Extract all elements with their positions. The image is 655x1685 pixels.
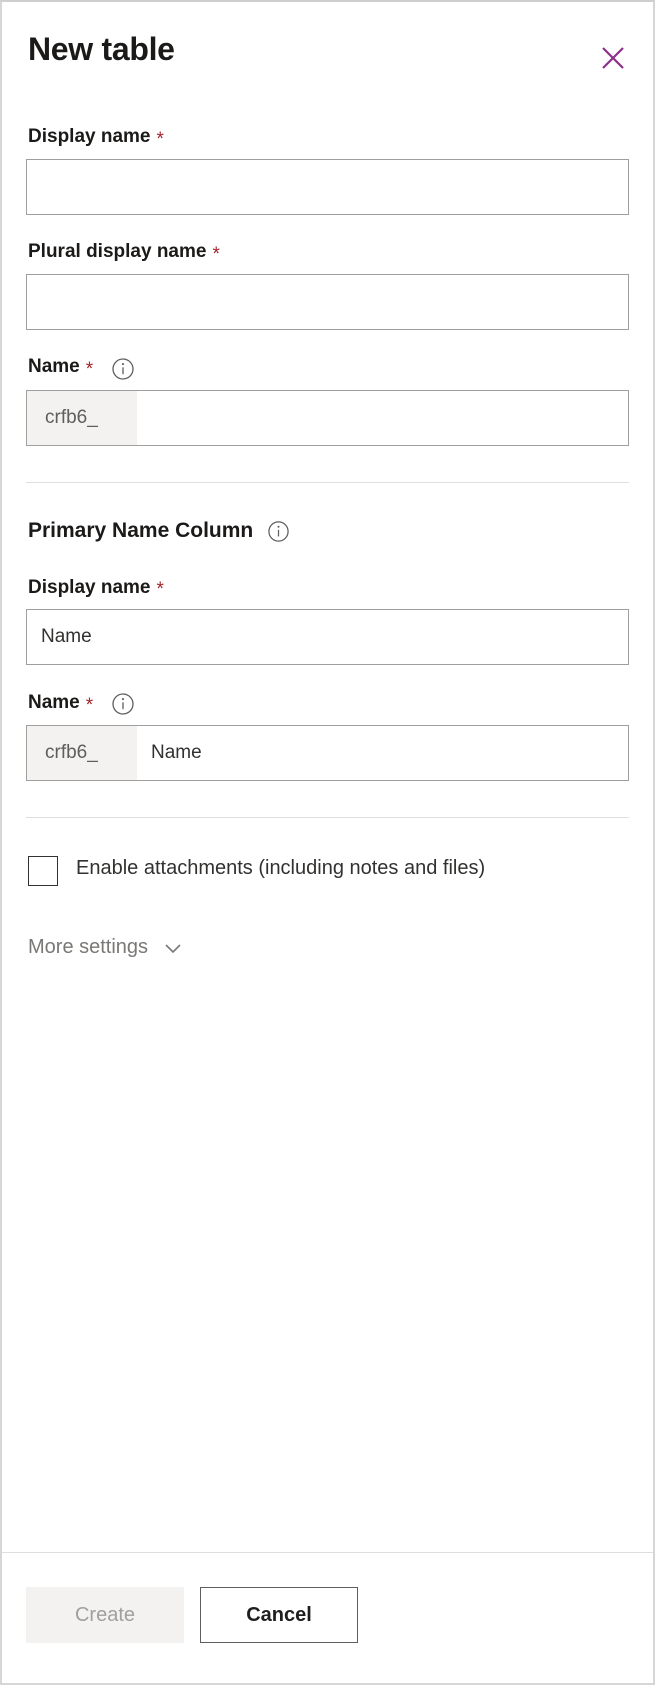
create-button[interactable]: Create	[26, 1587, 184, 1643]
new-table-panel: New table Display name * Plural disp	[0, 0, 655, 1685]
cancel-button[interactable]: Cancel	[200, 1587, 358, 1643]
divider-bottom	[26, 817, 629, 818]
close-button[interactable]	[591, 36, 635, 80]
primary-schema-name-input-group: crfb6_	[26, 725, 629, 781]
field-display-name: Display name *	[26, 126, 629, 215]
field-schema-name: Name * crfb6_	[26, 356, 629, 446]
plural-display-name-input[interactable]	[26, 274, 629, 330]
schema-name-prefix: crfb6_	[27, 391, 137, 445]
required-asterisk: *	[212, 245, 219, 264]
field-plural-display-name: Plural display name *	[26, 241, 629, 330]
primary-display-name-input[interactable]	[26, 609, 629, 665]
primary-schema-name-label-text: Name	[28, 692, 80, 715]
primary-schema-name-label: Name *	[26, 691, 629, 715]
plural-display-name-label-text: Plural display name	[28, 241, 206, 264]
enable-attachments-row[interactable]: Enable attachments (including notes and …	[26, 854, 629, 886]
display-name-label: Display name *	[26, 126, 629, 149]
panel-body: New table Display name * Plural disp	[2, 2, 653, 1552]
divider-top	[26, 482, 629, 483]
schema-name-input[interactable]	[137, 391, 628, 445]
required-asterisk: *	[86, 360, 93, 379]
required-asterisk: *	[86, 696, 93, 715]
info-icon[interactable]	[111, 692, 135, 716]
more-settings-toggle[interactable]: More settings	[26, 936, 184, 959]
close-icon	[600, 45, 626, 71]
info-icon[interactable]	[267, 520, 290, 543]
primary-display-name-label: Display name *	[26, 577, 629, 600]
primary-schema-name-input[interactable]	[137, 726, 628, 780]
panel-header: New table	[26, 2, 629, 80]
primary-schema-name-prefix: crfb6_	[27, 726, 137, 780]
required-asterisk: *	[157, 130, 164, 149]
primary-display-name-label-text: Display name	[28, 577, 151, 600]
primary-name-column-heading-text: Primary Name Column	[28, 519, 253, 543]
plural-display-name-label: Plural display name *	[26, 241, 629, 264]
enable-attachments-label: Enable attachments (including notes and …	[76, 854, 485, 883]
required-asterisk: *	[157, 580, 164, 599]
panel-footer: Create Cancel	[2, 1552, 653, 1683]
enable-attachments-checkbox[interactable]	[28, 856, 58, 886]
field-primary-display-name: Display name *	[26, 577, 629, 666]
more-settings-label: More settings	[28, 936, 148, 959]
schema-name-input-group: crfb6_	[26, 390, 629, 446]
info-icon[interactable]	[111, 357, 135, 381]
display-name-label-text: Display name	[28, 126, 151, 149]
schema-name-label-text: Name	[28, 356, 80, 379]
primary-name-column-heading: Primary Name Column	[26, 519, 629, 543]
page-title: New table	[26, 32, 175, 67]
field-primary-schema-name: Name * crfb6_	[26, 691, 629, 781]
schema-name-label: Name *	[26, 356, 629, 380]
chevron-down-icon	[162, 937, 184, 959]
display-name-input[interactable]	[26, 159, 629, 215]
